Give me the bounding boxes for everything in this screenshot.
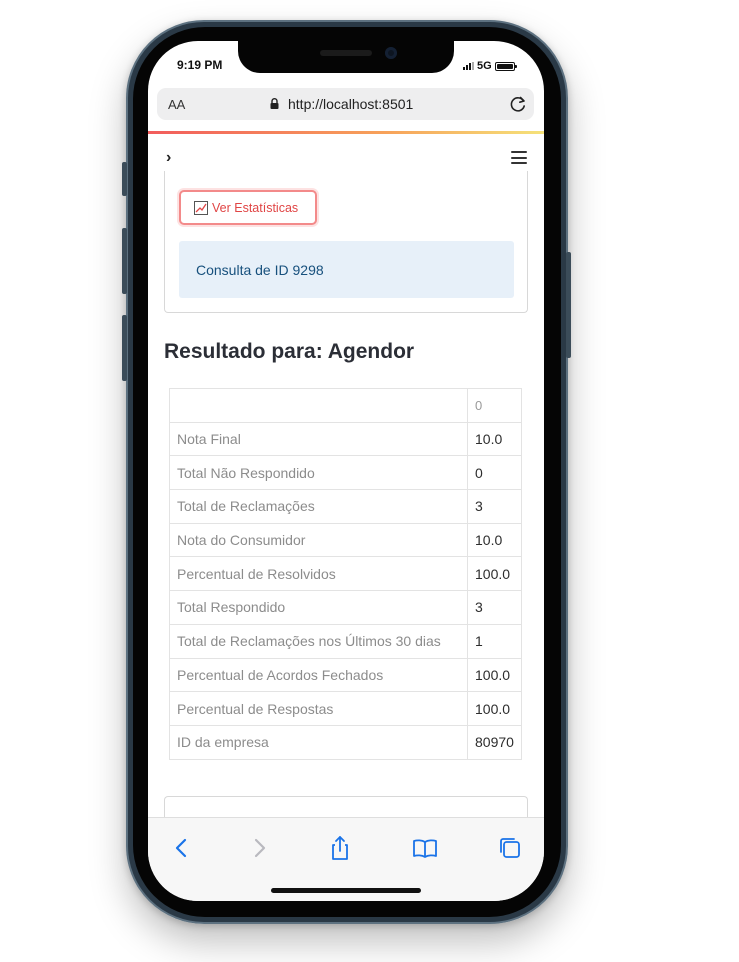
- table-row: Total de Reclamações nos Últimos 30 dias…: [169, 623, 522, 659]
- notch: [238, 41, 454, 73]
- row-label: Percentual de Resolvidos: [169, 556, 468, 592]
- ver-estatisticas-label: Ver Estatísticas: [212, 200, 299, 215]
- info-alert: Consulta de ID 9298: [179, 241, 514, 298]
- address-bar[interactable]: AA http://localhost:8501: [157, 88, 534, 120]
- tabs-icon[interactable]: [496, 834, 524, 862]
- volume-up-button: [122, 228, 127, 294]
- table-row: Total Não Respondido 0: [169, 455, 522, 491]
- table-header-row: 0: [169, 388, 522, 423]
- row-value: 0: [467, 455, 522, 491]
- speaker-grille: [320, 50, 372, 56]
- signal-icon: [463, 62, 474, 70]
- chart-icon: [194, 200, 208, 215]
- row-label: Total Respondido: [169, 590, 468, 625]
- phone-screen: 9:19 PM 5G AA http://localhost:8501 › Ve…: [148, 41, 544, 901]
- lock-icon: [270, 98, 279, 109]
- row-value: 100.0: [467, 691, 522, 726]
- row-value: 3: [467, 590, 522, 625]
- share-icon[interactable]: [326, 834, 354, 862]
- forward-icon[interactable]: [245, 834, 273, 862]
- row-label: ID da empresa: [169, 724, 468, 760]
- info-alert-text: Consulta de ID 9298: [196, 262, 324, 278]
- row-value: 100.0: [467, 556, 522, 592]
- status-indicators: 5G: [463, 60, 517, 72]
- row-value: 3: [467, 489, 522, 524]
- row-label: Percentual de Acordos Fechados: [169, 657, 468, 693]
- status-time: 9:19 PM: [177, 58, 223, 72]
- row-value: 10.0: [467, 421, 522, 457]
- row-label: Nota Final: [169, 421, 468, 457]
- sidebar-toggle-button[interactable]: ›: [166, 149, 171, 167]
- app-top-decoration: [148, 131, 544, 134]
- table-row: ID da empresa 80970: [169, 724, 522, 760]
- battery-icon: [494, 61, 517, 71]
- table-row: Percentual de Acordos Fechados 100.0: [169, 657, 522, 693]
- table-index-header: [169, 388, 468, 423]
- network-label: 5G: [477, 60, 492, 72]
- table-row: Nota do Consumidor 10.0: [169, 522, 522, 558]
- row-label: Total Não Respondido: [169, 455, 468, 491]
- table-row: Nota Final 10.0: [169, 421, 522, 457]
- ver-estatisticas-button[interactable]: Ver Estatísticas: [179, 190, 317, 225]
- row-value: 80970: [467, 724, 522, 760]
- row-label: Percentual de Respostas: [169, 691, 468, 726]
- hamburger-menu-icon[interactable]: [511, 151, 527, 164]
- volume-down-button: [122, 315, 127, 381]
- row-value: 1: [467, 623, 522, 659]
- url-text[interactable]: http://localhost:8501: [288, 96, 413, 112]
- table-row: Total Respondido 3: [169, 590, 522, 625]
- result-table: 0 Nota Final 10.0 Total Não Respondido 0…: [169, 388, 522, 760]
- table-row: Percentual de Respostas 100.0: [169, 691, 522, 726]
- mute-switch: [122, 162, 127, 196]
- front-camera: [385, 47, 397, 59]
- power-button: [566, 252, 571, 358]
- home-indicator[interactable]: [271, 888, 421, 893]
- bookmarks-icon[interactable]: [411, 834, 439, 862]
- table-row: Total de Reclamações 3: [169, 489, 522, 524]
- table-column-header[interactable]: 0: [467, 388, 522, 423]
- row-value: 100.0: [467, 657, 522, 693]
- table-row: Percentual de Resolvidos 100.0: [169, 556, 522, 592]
- back-icon[interactable]: [168, 834, 196, 862]
- row-label: Total de Reclamações nos Últimos 30 dias: [169, 623, 468, 659]
- row-label: Total de Reclamações: [169, 489, 468, 524]
- reload-icon[interactable]: [508, 94, 528, 114]
- text-size-button[interactable]: AA: [168, 97, 185, 112]
- result-title: Resultado para: Agendor: [164, 340, 415, 363]
- row-label: Nota do Consumidor: [169, 522, 468, 558]
- row-value: 10.0: [467, 522, 522, 558]
